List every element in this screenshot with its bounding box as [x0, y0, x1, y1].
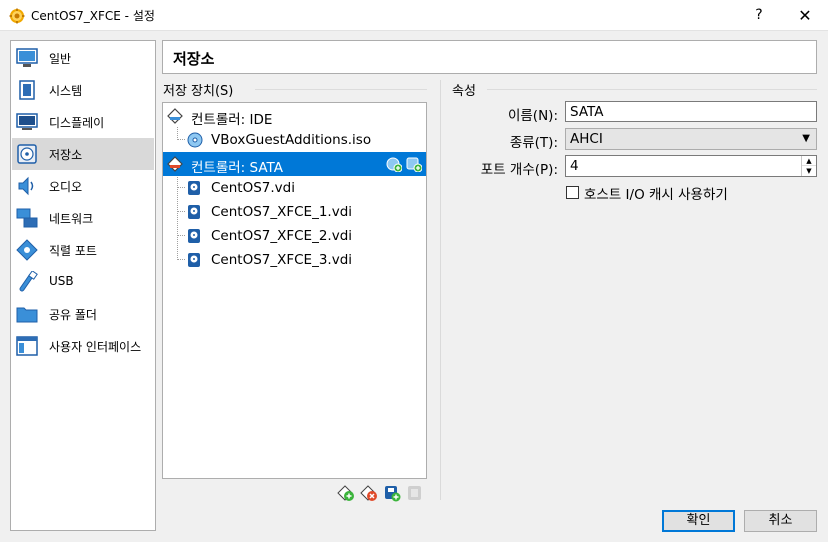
- storage-icon: [17, 144, 37, 164]
- tree-item-ide-controller[interactable]: 컨트롤러: IDE: [163, 104, 426, 128]
- sidebar-item-shared-folders[interactable]: 공유 폴더: [12, 298, 154, 330]
- page-title: 저장소: [173, 50, 215, 68]
- ok-button[interactable]: 확인: [662, 510, 735, 532]
- window-title: CentOS7_XFCE - 설정: [31, 9, 155, 23]
- name-label: 이름(N):: [507, 108, 558, 124]
- sidebar-item-display[interactable]: 디스플레이: [12, 106, 154, 138]
- sidebar-item-user-interface[interactable]: 사용자 인터페이스: [12, 330, 154, 362]
- sidebar-item-label: 저장소: [49, 148, 83, 162]
- close-button[interactable]: ✕: [782, 0, 828, 31]
- type-value: AHCI: [570, 131, 603, 147]
- dropdown-arrow-icon: ▼: [802, 133, 810, 144]
- add-hard-disk-icon[interactable]: [406, 156, 422, 172]
- tree-item-label: CentOS7_XFCE_3.vdi: [211, 252, 353, 268]
- group-divider: [487, 89, 817, 90]
- sidebar-item-audio[interactable]: 오디오: [12, 170, 154, 202]
- sidebar-item-label: 시스템: [49, 84, 83, 98]
- add-controller-icon[interactable]: [337, 484, 355, 502]
- tree-item-disk[interactable]: CentOS7_XFCE_2.vdi: [163, 224, 426, 248]
- sidebar-item-label: 공유 폴더: [49, 308, 97, 322]
- optical-disc-icon: [187, 132, 203, 148]
- sidebar-item-usb[interactable]: USB: [12, 266, 154, 298]
- tree-item-disk[interactable]: CentOS7_XFCE_3.vdi: [163, 248, 426, 272]
- spin-buttons: ▲ ▼: [801, 156, 816, 176]
- sidebar-item-general[interactable]: 일반: [12, 42, 154, 74]
- serial-port-icon: [16, 239, 38, 261]
- sidebar-item-system[interactable]: 시스템: [12, 74, 154, 106]
- virtualbox-gear-icon: [9, 8, 25, 24]
- hard-disk-icon: [188, 229, 200, 243]
- storage-devices-title: 저장 장치(S): [163, 80, 238, 99]
- tree-item-label: 컨트롤러: SATA: [191, 160, 283, 176]
- shared-folder-icon: [16, 307, 38, 323]
- tree-item-disk[interactable]: CentOS7_XFCE_1.vdi: [163, 200, 426, 224]
- user-interface-icon: [16, 336, 38, 356]
- sidebar-item-label: 직렬 포트: [49, 244, 97, 258]
- general-icon: [16, 48, 38, 67]
- port-count-spinbox[interactable]: 4 ▲ ▼: [565, 155, 817, 177]
- type-label: 종류(T):: [509, 135, 558, 151]
- spin-down-icon[interactable]: ▼: [802, 166, 816, 176]
- settings-sidebar: 일반 시스템 디스플레이 저장소 오디오 네트워크 직렬 포트 USB 공유 폴…: [10, 40, 156, 531]
- tree-item-label: CentOS7_XFCE_2.vdi: [211, 228, 353, 244]
- port-count-value: 4: [570, 158, 579, 174]
- tree-item-label: CentOS7.vdi: [211, 180, 295, 196]
- tree-item-guest-additions-iso[interactable]: VBoxGuestAdditions.iso: [163, 128, 426, 152]
- hard-disk-icon: [188, 205, 200, 219]
- help-button[interactable]: ?: [736, 0, 782, 31]
- page-header: 저장소: [162, 40, 817, 74]
- hard-disk-icon: [188, 181, 200, 195]
- tree-item-label: VBoxGuestAdditions.iso: [211, 132, 372, 148]
- system-icon: [19, 80, 35, 100]
- tree-item-disk[interactable]: CentOS7.vdi: [163, 176, 426, 200]
- port-count-label: 포트 개수(P):: [480, 162, 558, 178]
- name-input[interactable]: [565, 101, 817, 122]
- group-divider: [255, 89, 427, 90]
- hard-disk-icon: [188, 253, 200, 267]
- ide-controller-icon: [167, 108, 183, 124]
- sidebar-item-label: 오디오: [49, 180, 83, 194]
- spin-up-icon[interactable]: ▲: [802, 156, 816, 166]
- type-combobox[interactable]: AHCI ▼: [565, 128, 817, 150]
- network-icon: [16, 208, 38, 228]
- audio-icon: [18, 176, 34, 196]
- tree-item-label: 컨트롤러: IDE: [191, 112, 273, 128]
- sidebar-item-serial-port[interactable]: 직렬 포트: [12, 234, 154, 266]
- tree-item-label: CentOS7_XFCE_1.vdi: [211, 204, 353, 220]
- host-io-cache-checkbox[interactable]: [566, 186, 579, 199]
- tree-item-sata-controller[interactable]: 컨트롤러: SATA: [163, 152, 426, 176]
- host-io-cache-label[interactable]: 호스트 I/O 캐시 사용하기: [584, 183, 728, 203]
- sata-controller-icon: [167, 156, 183, 172]
- title-bar: CentOS7_XFCE - 설정 ? ✕: [0, 0, 828, 31]
- sidebar-item-label: 일반: [49, 52, 72, 66]
- add-optical-drive-icon[interactable]: [386, 156, 402, 172]
- sidebar-item-label: USB: [49, 274, 74, 288]
- sidebar-item-storage[interactable]: 저장소: [12, 138, 154, 170]
- display-icon: [16, 113, 38, 130]
- remove-attachment-icon[interactable]: [406, 484, 424, 502]
- sidebar-item-label: 사용자 인터페이스: [49, 340, 142, 354]
- usb-icon: [19, 271, 38, 292]
- cancel-button[interactable]: 취소: [744, 510, 817, 532]
- sidebar-item-label: 디스플레이: [49, 116, 105, 130]
- sidebar-item-label: 네트워크: [49, 212, 94, 226]
- add-attachment-icon[interactable]: [383, 484, 401, 502]
- sidebar-item-network[interactable]: 네트워크: [12, 202, 154, 234]
- remove-controller-icon[interactable]: [360, 484, 378, 502]
- storage-tree[interactable]: 컨트롤러: IDE VBoxGuestAdditions.iso 컨트롤러: S…: [162, 102, 427, 479]
- attributes-title: 속성: [452, 80, 480, 99]
